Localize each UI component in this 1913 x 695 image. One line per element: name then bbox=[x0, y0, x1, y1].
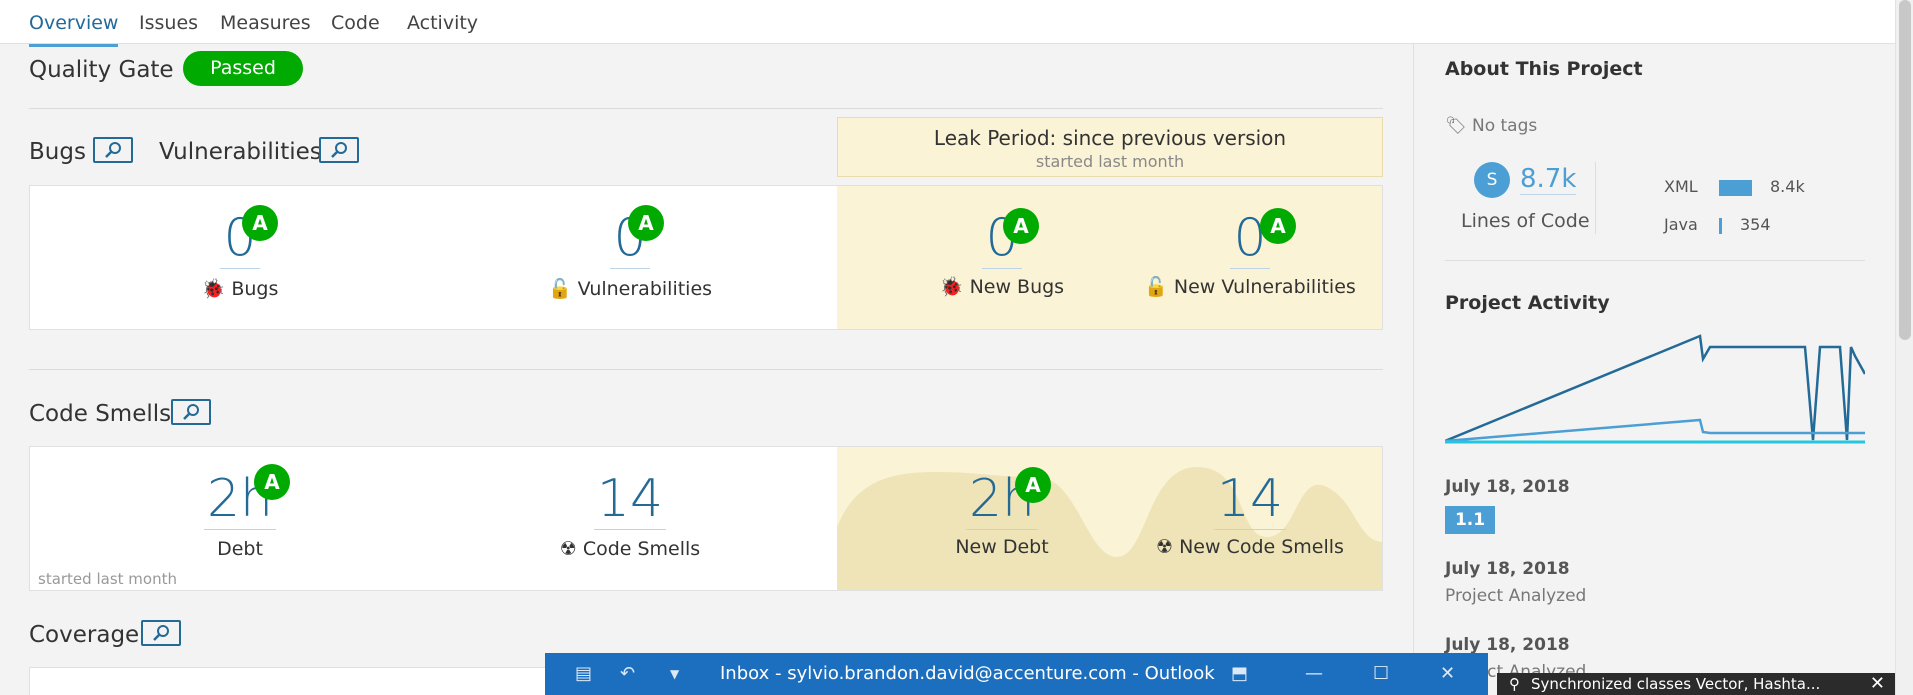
language-value: 354 bbox=[1740, 215, 1771, 234]
search-icon bbox=[105, 142, 121, 158]
overview-main: Quality Gate Passed Bugs Vulnerabilities… bbox=[0, 44, 1412, 695]
size-rating-icon: S bbox=[1474, 162, 1510, 198]
tab-issues[interactable]: Issues bbox=[139, 12, 198, 34]
version-badge: 1.1 bbox=[1445, 506, 1495, 534]
language-name: XML bbox=[1664, 177, 1698, 196]
started-label: started last month bbox=[38, 570, 177, 588]
new-bugs-label: New Bugs bbox=[969, 276, 1065, 298]
about-title: About This Project bbox=[1445, 58, 1643, 80]
new-vulnerabilities-metric: 0 🔓 New Vulnerabilities bbox=[1120, 208, 1380, 298]
new-debt-metric: 2h New Debt bbox=[902, 469, 1102, 558]
code-smells-label: Code Smells bbox=[582, 538, 701, 560]
leak-period-title: Leak Period: since previous version bbox=[933, 126, 1287, 150]
new-code-smells-metric: 14 ☢ New Code Smells bbox=[1120, 469, 1380, 558]
bugs-section-title: Bugs bbox=[29, 139, 86, 165]
language-bar bbox=[1719, 179, 1752, 196]
tab-activity[interactable]: Activity bbox=[407, 12, 478, 34]
bug-icon: 🐞 bbox=[939, 276, 964, 298]
quality-gate-label: Quality Gate bbox=[29, 57, 174, 83]
new-vulnerabilities-label: New Vulnerabilities bbox=[1173, 276, 1356, 298]
page-scrollbar[interactable] bbox=[1895, 0, 1913, 695]
radiation-icon: ☢ bbox=[559, 538, 577, 560]
search-icon bbox=[331, 142, 347, 158]
tag-icon: 🏷 bbox=[1445, 116, 1467, 136]
undo-icon[interactable]: ↶ bbox=[620, 663, 635, 684]
leak-period-subtitle: started last month bbox=[1035, 152, 1185, 171]
lock-icon: 🔓 bbox=[1144, 276, 1168, 298]
debt-rating[interactable]: A bbox=[254, 464, 290, 500]
radiation-icon: ☢ bbox=[1156, 536, 1174, 558]
scrollbar-thumb[interactable] bbox=[1899, 0, 1911, 340]
outlook-titlebar: ▤ ↶ ▼ Inbox - sylvio.brandon.david@accen… bbox=[545, 653, 1488, 695]
divider bbox=[1445, 260, 1865, 261]
new-bugs-rating[interactable]: A bbox=[1003, 208, 1039, 244]
lines-of-code-value[interactable]: 8.7k bbox=[1520, 164, 1577, 195]
vulnerabilities-section-title: Vulnerabilities bbox=[159, 139, 322, 165]
bugs-drilldown-button[interactable] bbox=[93, 137, 133, 163]
activity-date: July 18, 2018 bbox=[1445, 477, 1570, 497]
new-code-smells-value[interactable]: 14 bbox=[1213, 469, 1287, 530]
bugs-rating[interactable]: A bbox=[242, 205, 278, 241]
new-debt-label: New Debt bbox=[955, 536, 1049, 558]
new-debt-rating[interactable]: A bbox=[1015, 467, 1051, 503]
coverage-drilldown-button[interactable] bbox=[141, 620, 181, 646]
new-vulnerabilities-rating[interactable]: A bbox=[1260, 208, 1296, 244]
quality-gate-status-badge: Passed bbox=[183, 51, 303, 86]
notification-text: Synchronized classes Vector, Hashta... bbox=[1531, 675, 1821, 693]
notification-toast: ⚲ Synchronized classes Vector, Hashta...… bbox=[1497, 673, 1895, 695]
vulnerabilities-label: Vulnerabilities bbox=[577, 278, 713, 300]
code-smells-drilldown-button[interactable] bbox=[171, 399, 211, 425]
close-icon[interactable]: ✕ bbox=[1870, 673, 1885, 694]
project-sidebar: About This Project 🏷 No tags S 8.7k Line… bbox=[1413, 44, 1895, 695]
code-smells-value[interactable]: 14 bbox=[593, 469, 667, 530]
search-icon bbox=[183, 404, 199, 420]
coverage-section-title: Coverage bbox=[29, 622, 140, 648]
new-bugs-metric: 0 🐞 New Bugs bbox=[902, 208, 1102, 298]
outlook-app-icon[interactable]: ▤ bbox=[575, 663, 592, 684]
bug-icon: 🐞 bbox=[201, 278, 226, 300]
leak-period-header: Leak Period: since previous version star… bbox=[837, 117, 1383, 177]
code-smells-metric: 14 ☢ Code Smells bbox=[510, 469, 750, 560]
activity-date: July 18, 2018 bbox=[1445, 635, 1570, 655]
lock-icon: 🔓 bbox=[547, 278, 572, 300]
chevron-down-icon[interactable]: ▼ bbox=[670, 667, 679, 681]
vulnerabilities-drilldown-button[interactable] bbox=[319, 137, 359, 163]
tags-label: No tags bbox=[1472, 116, 1538, 136]
lines-of-code-label: Lines of Code bbox=[1461, 210, 1590, 232]
activity-graph[interactable] bbox=[1445, 334, 1865, 444]
language-bar bbox=[1719, 217, 1722, 234]
tab-measures[interactable]: Measures bbox=[220, 12, 311, 34]
language-row-java: Java 354 bbox=[1664, 215, 1771, 234]
tab-overview[interactable]: Overview bbox=[29, 12, 119, 47]
window-title: Inbox - sylvio.brandon.david@accenture.c… bbox=[720, 663, 1215, 684]
tags[interactable]: 🏷 No tags bbox=[1445, 116, 1537, 136]
language-value: 8.4k bbox=[1770, 177, 1805, 196]
top-nav: Overview Issues Measures Code Activity bbox=[0, 0, 1895, 47]
code-smells-section-title: Code Smells bbox=[29, 401, 172, 427]
bugs-metric: 0 🐞 Bugs bbox=[140, 208, 340, 300]
project-activity-title: Project Activity bbox=[1445, 292, 1610, 314]
maximize-icon[interactable]: ☐ bbox=[1373, 663, 1389, 684]
minimize-icon[interactable]: — bbox=[1305, 663, 1323, 684]
divider bbox=[1595, 162, 1596, 234]
activity-event-text: Project Analyzed bbox=[1445, 586, 1587, 606]
tab-code[interactable]: Code bbox=[331, 12, 380, 34]
close-icon[interactable]: ✕ bbox=[1440, 663, 1455, 684]
search-icon bbox=[153, 625, 169, 641]
activity-date: July 18, 2018 bbox=[1445, 559, 1570, 579]
debt-metric: 2h Debt bbox=[140, 469, 340, 560]
debt-label: Debt bbox=[217, 538, 263, 560]
language-name: Java bbox=[1664, 215, 1698, 234]
restore-ribbon-icon[interactable]: ⬒ bbox=[1231, 663, 1248, 684]
divider bbox=[29, 108, 1383, 109]
vulnerabilities-rating[interactable]: A bbox=[628, 205, 664, 241]
new-code-smells-label: New Code Smells bbox=[1179, 536, 1344, 558]
pin-icon: ⚲ bbox=[1509, 675, 1520, 693]
divider bbox=[29, 369, 1383, 370]
language-row-xml: XML 8.4k bbox=[1664, 177, 1805, 196]
maintainability-panel: 2h Debt A 14 ☢ Code Smells 2h New Debt A … bbox=[29, 446, 1383, 591]
reliability-panel: 0 🐞 Bugs A 0 🔓 Vulnerabilities A 0 🐞 New Bu… bbox=[29, 185, 1383, 330]
bugs-label: Bugs bbox=[231, 278, 279, 300]
